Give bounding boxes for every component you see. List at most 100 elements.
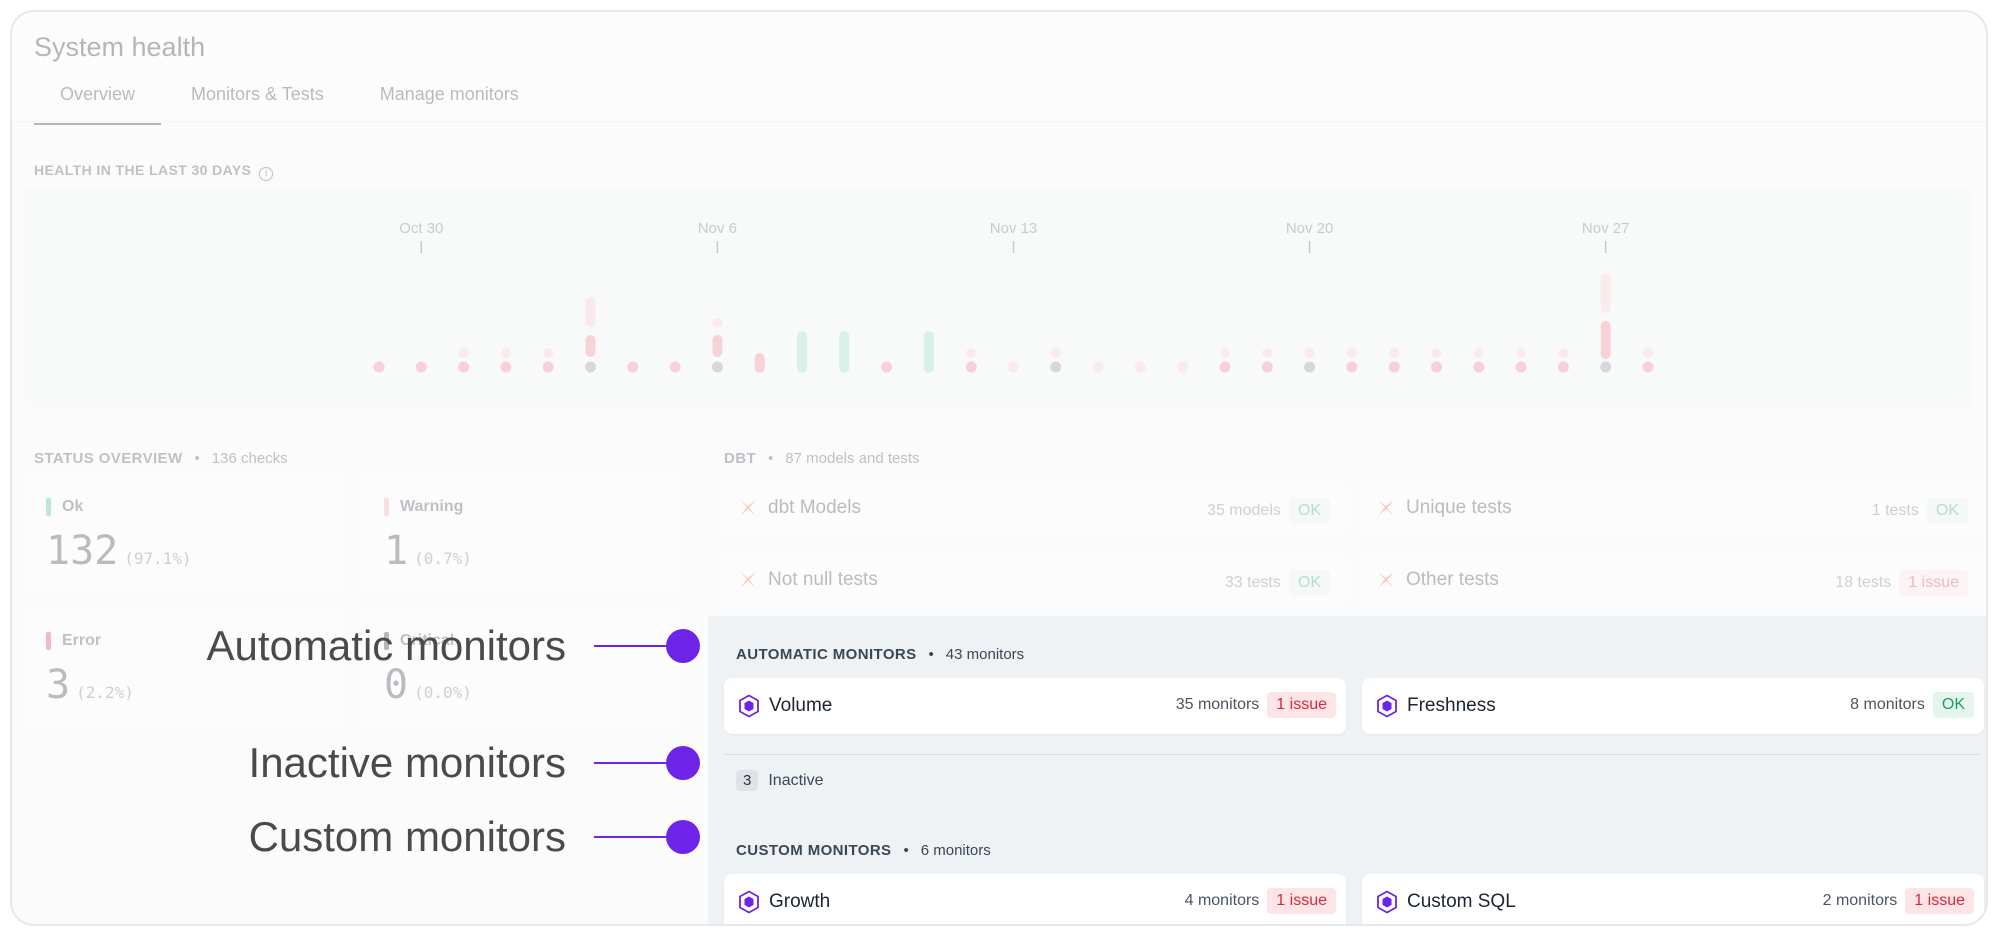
section-divider	[724, 754, 1980, 755]
status-percent: (0.7%)	[414, 549, 472, 568]
dbt-count: 87 models and tests	[785, 450, 920, 467]
date-label: Nov 6	[698, 220, 737, 237]
dbt-card-not-null-tests[interactable]: Not null tests 33 tests OK	[724, 552, 1346, 608]
health-mark	[500, 348, 511, 358]
health-mark	[458, 348, 469, 358]
status-value: 1	[384, 528, 409, 574]
health-mark	[542, 361, 554, 373]
dbt-logo-icon	[740, 500, 756, 516]
health-mark	[1092, 361, 1104, 373]
date-label: Nov 13	[990, 220, 1038, 237]
health-mark	[965, 361, 977, 373]
health-mark	[966, 348, 977, 358]
health-mark	[1516, 348, 1527, 358]
health-mark	[1473, 361, 1485, 373]
tab-manage-monitors[interactable]: Manage monitors	[354, 84, 545, 125]
monitor-hexagon-icon	[1377, 890, 1397, 914]
health-mark	[458, 361, 470, 373]
monitor-card-volume[interactable]: Volume 35 monitors 1 issue	[724, 678, 1346, 734]
health-mark	[712, 318, 723, 328]
dbt-card-models[interactable]: dbt Models 35 models OK	[724, 480, 1346, 536]
dbt-card-name: Other tests	[1406, 569, 1499, 590]
health-mark	[712, 335, 723, 357]
health-mark	[373, 361, 385, 373]
health-mark	[1600, 321, 1611, 359]
status-card-warning[interactable]: Warning 1 (0.7%)	[362, 474, 680, 592]
monitor-card-growth[interactable]: Growth 4 monitors 1 issue	[724, 874, 1346, 924]
dbt-card-other-tests[interactable]: Other tests 18 tests 1 issue	[1362, 552, 1984, 608]
health-mark	[543, 348, 554, 358]
status-badge: 1 issue	[1267, 692, 1336, 718]
status-badge: 1 issue	[1267, 888, 1336, 914]
status-badge: OK	[1288, 570, 1330, 596]
health-mark	[1219, 361, 1231, 373]
tab-bar: Overview Monitors & Tests Manage monitor…	[34, 84, 549, 125]
tab-overview[interactable]: Overview	[34, 84, 162, 125]
health-mark	[415, 361, 427, 373]
health-title: HEALTH IN THE LAST 30 DAYS i	[34, 162, 274, 181]
health-mark	[1261, 361, 1273, 373]
dbt-card-unique-tests[interactable]: Unique tests 1 tests OK	[1362, 480, 1984, 536]
health-timeline-chart: Oct 30 Nov 6 Nov 13 Nov 20 Nov 27	[373, 220, 1654, 373]
health-mark	[1389, 348, 1400, 358]
health-mark	[881, 361, 893, 373]
monitors-panel: AUTOMATIC MONITORS • 43 monitors Volume 35…	[708, 616, 1986, 924]
health-mark	[627, 361, 639, 373]
health-mark	[1600, 361, 1612, 373]
health-mark	[1558, 348, 1569, 358]
status-badge: 1 issue	[1899, 570, 1968, 596]
page-title: System health	[34, 32, 206, 62]
health-mark	[669, 361, 681, 373]
automatic-monitors-header: AUTOMATIC MONITORS • 43 monitors	[736, 646, 1025, 663]
dbt-card-name: dbt Models	[768, 497, 861, 518]
inactive-count-badge: 3	[736, 770, 759, 791]
monitor-card-count: 2 monitors	[1822, 892, 1898, 909]
health-mark	[923, 331, 934, 373]
monitor-hexagon-icon	[1377, 694, 1397, 718]
info-icon[interactable]: i	[259, 167, 274, 181]
dbt-logo-icon	[1378, 572, 1394, 588]
health-mark	[1008, 361, 1019, 373]
dbt-card-count: 33 tests	[1224, 574, 1281, 591]
health-mark	[1134, 361, 1146, 373]
health-mark	[1346, 348, 1357, 358]
status-percent: (2.2%)	[76, 683, 134, 702]
tab-monitors-tests[interactable]: Monitors & Tests	[165, 84, 350, 125]
monitor-card-custom-sql[interactable]: Custom SQL 2 monitors 1 issue	[1362, 874, 1984, 924]
status-label: Ok	[62, 498, 84, 515]
status-color-bar	[46, 498, 51, 516]
health-mark	[754, 353, 765, 373]
health-mark	[1473, 348, 1484, 358]
custom-monitors-header: CUSTOM MONITORS • 6 monitors	[736, 842, 991, 859]
monitor-card-count: 35 monitors	[1175, 696, 1260, 713]
health-mark	[1557, 361, 1569, 373]
status-badge: OK	[1288, 498, 1330, 524]
health-mark	[1600, 273, 1611, 313]
date-label: Nov 27	[1582, 220, 1630, 237]
status-percent: (97.1%)	[124, 549, 192, 568]
health-mark	[1346, 361, 1358, 373]
health-mark	[585, 361, 596, 373]
health-mark	[797, 331, 807, 373]
monitor-card-freshness[interactable]: Freshness 8 monitors OK	[1362, 678, 1984, 734]
monitor-card-count: 4 monitors	[1184, 892, 1260, 909]
monitor-card-name: Volume	[769, 695, 833, 716]
status-badge: 1 issue	[1905, 888, 1974, 914]
health-timeline: Oct 30 Nov 6 Nov 13 Nov 20 Nov 27	[24, 187, 1974, 407]
checks-count: 136 checks	[211, 450, 288, 467]
annotation-dot	[666, 820, 700, 854]
health-mark	[1177, 361, 1189, 373]
dbt-card-name: Not null tests	[768, 569, 878, 590]
inactive-monitors-toggle[interactable]: 3 Inactive	[736, 770, 823, 791]
status-card-ok[interactable]: Ok 132 (97.1%)	[24, 474, 342, 592]
monitor-card-name: Growth	[769, 891, 831, 912]
health-mark	[1050, 361, 1062, 373]
annotation-automatic-monitors: Automatic monitors	[206, 622, 566, 669]
monitor-card-name: Freshness	[1407, 695, 1496, 716]
dbt-logo-icon	[740, 572, 756, 588]
health-mark	[1050, 348, 1061, 358]
date-label: Oct 30	[399, 220, 443, 237]
health-mark	[1515, 361, 1527, 373]
status-badge: OK	[1926, 498, 1968, 524]
status-percent: (0.0%)	[414, 683, 472, 702]
